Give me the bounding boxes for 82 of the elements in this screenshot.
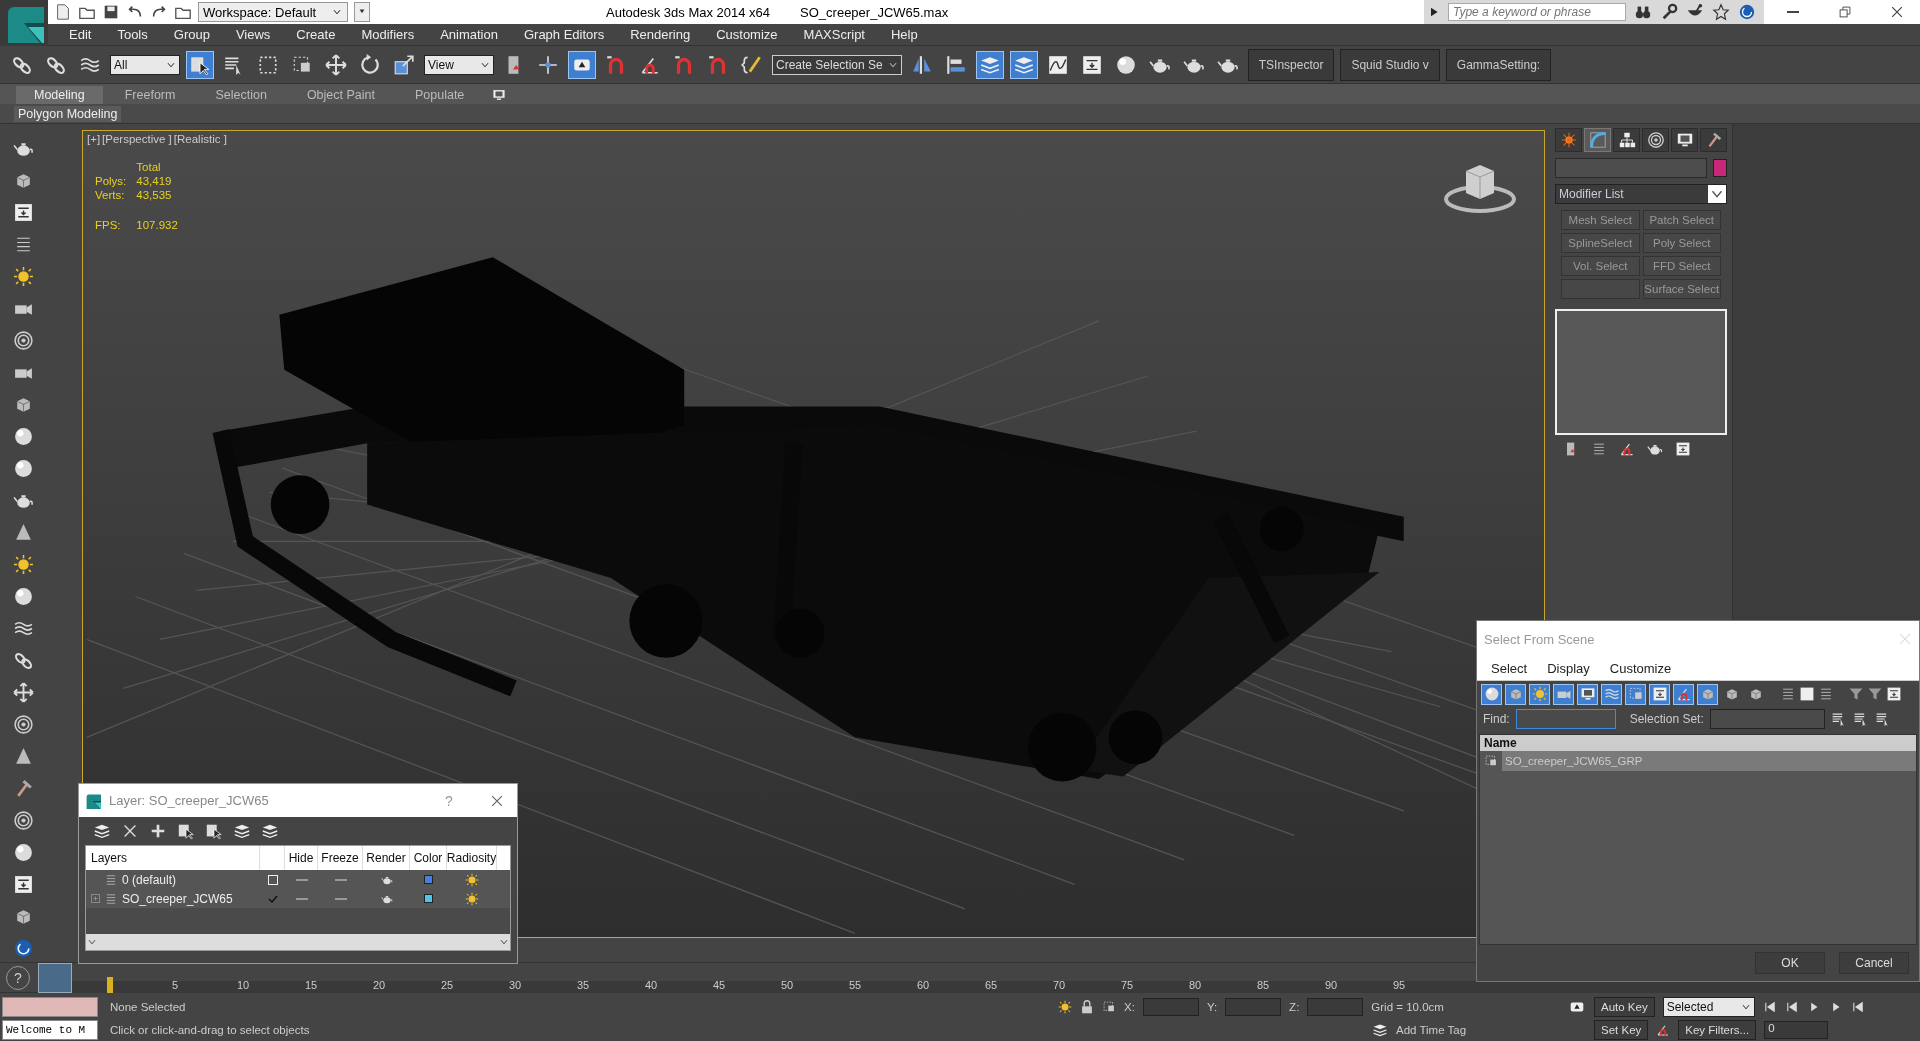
menu-item[interactable]: Views xyxy=(222,27,284,42)
set-key-button[interactable]: Set Key xyxy=(1594,1019,1649,1040)
menu-item[interactable]: Graph Editors xyxy=(510,27,618,42)
auto-key-button[interactable]: Auto Key xyxy=(1594,996,1655,1017)
tick-label: 60 xyxy=(915,978,931,993)
ribbon-panel-label: Polygon Modeling xyxy=(14,105,122,122)
app-title: Autodesk 3ds Max 2014 x64 xyxy=(606,4,771,20)
viewport-label[interactable]: [Realistic ] xyxy=(173,133,227,145)
tick-label: 80 xyxy=(1187,978,1203,993)
viewport-label[interactable]: [Perspective ] xyxy=(102,133,172,145)
dialog-button[interactable]: OK xyxy=(1755,952,1825,974)
menu-item[interactable]: Display xyxy=(1547,661,1590,676)
tick-label: 50 xyxy=(779,978,795,993)
stat-value: 43,419 xyxy=(136,175,173,187)
viewport-label[interactable]: [+] xyxy=(87,133,101,145)
ribbon-tab[interactable]: Modeling xyxy=(16,86,103,104)
tick-label: 75 xyxy=(1119,978,1135,993)
menu-item[interactable]: Customize xyxy=(703,27,791,42)
coordinate-label: X: xyxy=(1124,1000,1135,1013)
search-field[interactable]: Type a keyword or phrase xyxy=(1448,3,1626,21)
menu-item[interactable]: Help xyxy=(878,27,931,42)
key-filters-button[interactable]: Key Filters... xyxy=(1678,1019,1757,1040)
tick-label: 5 xyxy=(170,978,180,993)
menu-item[interactable]: Group xyxy=(160,27,223,42)
ribbon-tab[interactable]: Freeform xyxy=(106,86,194,104)
toolbar-button[interactable]: GammaSetting: xyxy=(1445,48,1552,81)
toolbar-dropdown[interactable]: All xyxy=(110,54,180,75)
prompt-text: Click or click-and-drag to select objects xyxy=(110,1023,311,1036)
column-header[interactable]: Name xyxy=(1480,735,1916,751)
dialog-title: Layer: SO_creeper_JCW65 xyxy=(109,793,269,808)
grid-size: Grid = 10.0cm xyxy=(1371,1000,1444,1013)
tick-label: 85 xyxy=(1255,978,1271,993)
coordinate-label: Z: xyxy=(1289,1000,1300,1013)
frame-field[interactable]: 0 xyxy=(1764,1020,1829,1039)
modifier-list-dropdown[interactable]: Modifier List xyxy=(1555,184,1727,204)
fps-label: FPS: xyxy=(95,219,122,231)
ribbon-tab[interactable]: Populate xyxy=(396,86,483,104)
key-mode-dropdown[interactable]: Selected xyxy=(1662,996,1755,1017)
toolbar-dropdown[interactable]: Create Selection Se xyxy=(772,54,902,75)
tick-label: 10 xyxy=(235,978,251,993)
listener-output[interactable]: Welcome to M xyxy=(2,1019,98,1040)
tick-label: 65 xyxy=(983,978,999,993)
fps-value: 107.932 xyxy=(136,219,178,231)
tick-label: 30 xyxy=(507,978,523,993)
stat-label: Verts: xyxy=(95,189,126,201)
menu-item[interactable]: Edit xyxy=(56,27,105,42)
find-label: Find: xyxy=(1483,712,1510,726)
coordinate-label: Y: xyxy=(1206,1000,1218,1013)
menu-item[interactable]: MAXScript xyxy=(790,27,878,42)
ribbon-tab[interactable]: Object Paint xyxy=(288,86,393,104)
dialog-button[interactable]: Cancel xyxy=(1839,952,1909,974)
tick-label: 20 xyxy=(371,978,387,993)
file-name: SO_creeper_JCW65.max xyxy=(800,4,949,20)
stats-header: Total xyxy=(136,161,162,173)
tick-label: 55 xyxy=(847,978,863,993)
toolbar-button[interactable]: TSInspector xyxy=(1247,48,1335,81)
menu-item[interactable]: Animation xyxy=(427,27,511,42)
ribbon-tab[interactable]: Selection xyxy=(197,86,285,104)
add-time-tag-link[interactable]: Add Time Tag xyxy=(1396,1023,1467,1036)
tick-label: 90 xyxy=(1323,978,1339,993)
tick-label: 15 xyxy=(303,978,319,993)
selection-set-label: Selection Set: xyxy=(1629,712,1704,726)
tick-label: 95 xyxy=(1391,978,1407,993)
toolbar-button[interactable]: Squid Studio v xyxy=(1340,48,1440,81)
toolbar-dropdown[interactable]: View xyxy=(424,54,494,75)
tick-label: 40 xyxy=(643,978,659,993)
dialog-title: Select From Scene xyxy=(1484,631,1595,647)
menu-item[interactable]: Select xyxy=(1491,661,1528,676)
stat-value: 43,535 xyxy=(136,189,173,201)
tick-label: 25 xyxy=(439,978,455,993)
menu-item[interactable]: Customize xyxy=(1609,661,1672,676)
layer-name[interactable]: 0 (default) xyxy=(122,872,177,887)
menu-item[interactable]: Create xyxy=(283,27,349,42)
menu-item[interactable]: Tools xyxy=(104,27,161,42)
workspace-dropdown[interactable]: Workspace: Default xyxy=(198,2,348,22)
selection-status: None Selected xyxy=(110,1000,187,1013)
menu-item[interactable]: Modifiers xyxy=(348,27,428,42)
menu-item[interactable]: Rendering xyxy=(617,27,704,42)
tick-label: 70 xyxy=(1051,978,1067,993)
tick-label: 45 xyxy=(711,978,727,993)
stat-label: Polys: xyxy=(95,175,127,187)
tick-label: 35 xyxy=(575,978,591,993)
